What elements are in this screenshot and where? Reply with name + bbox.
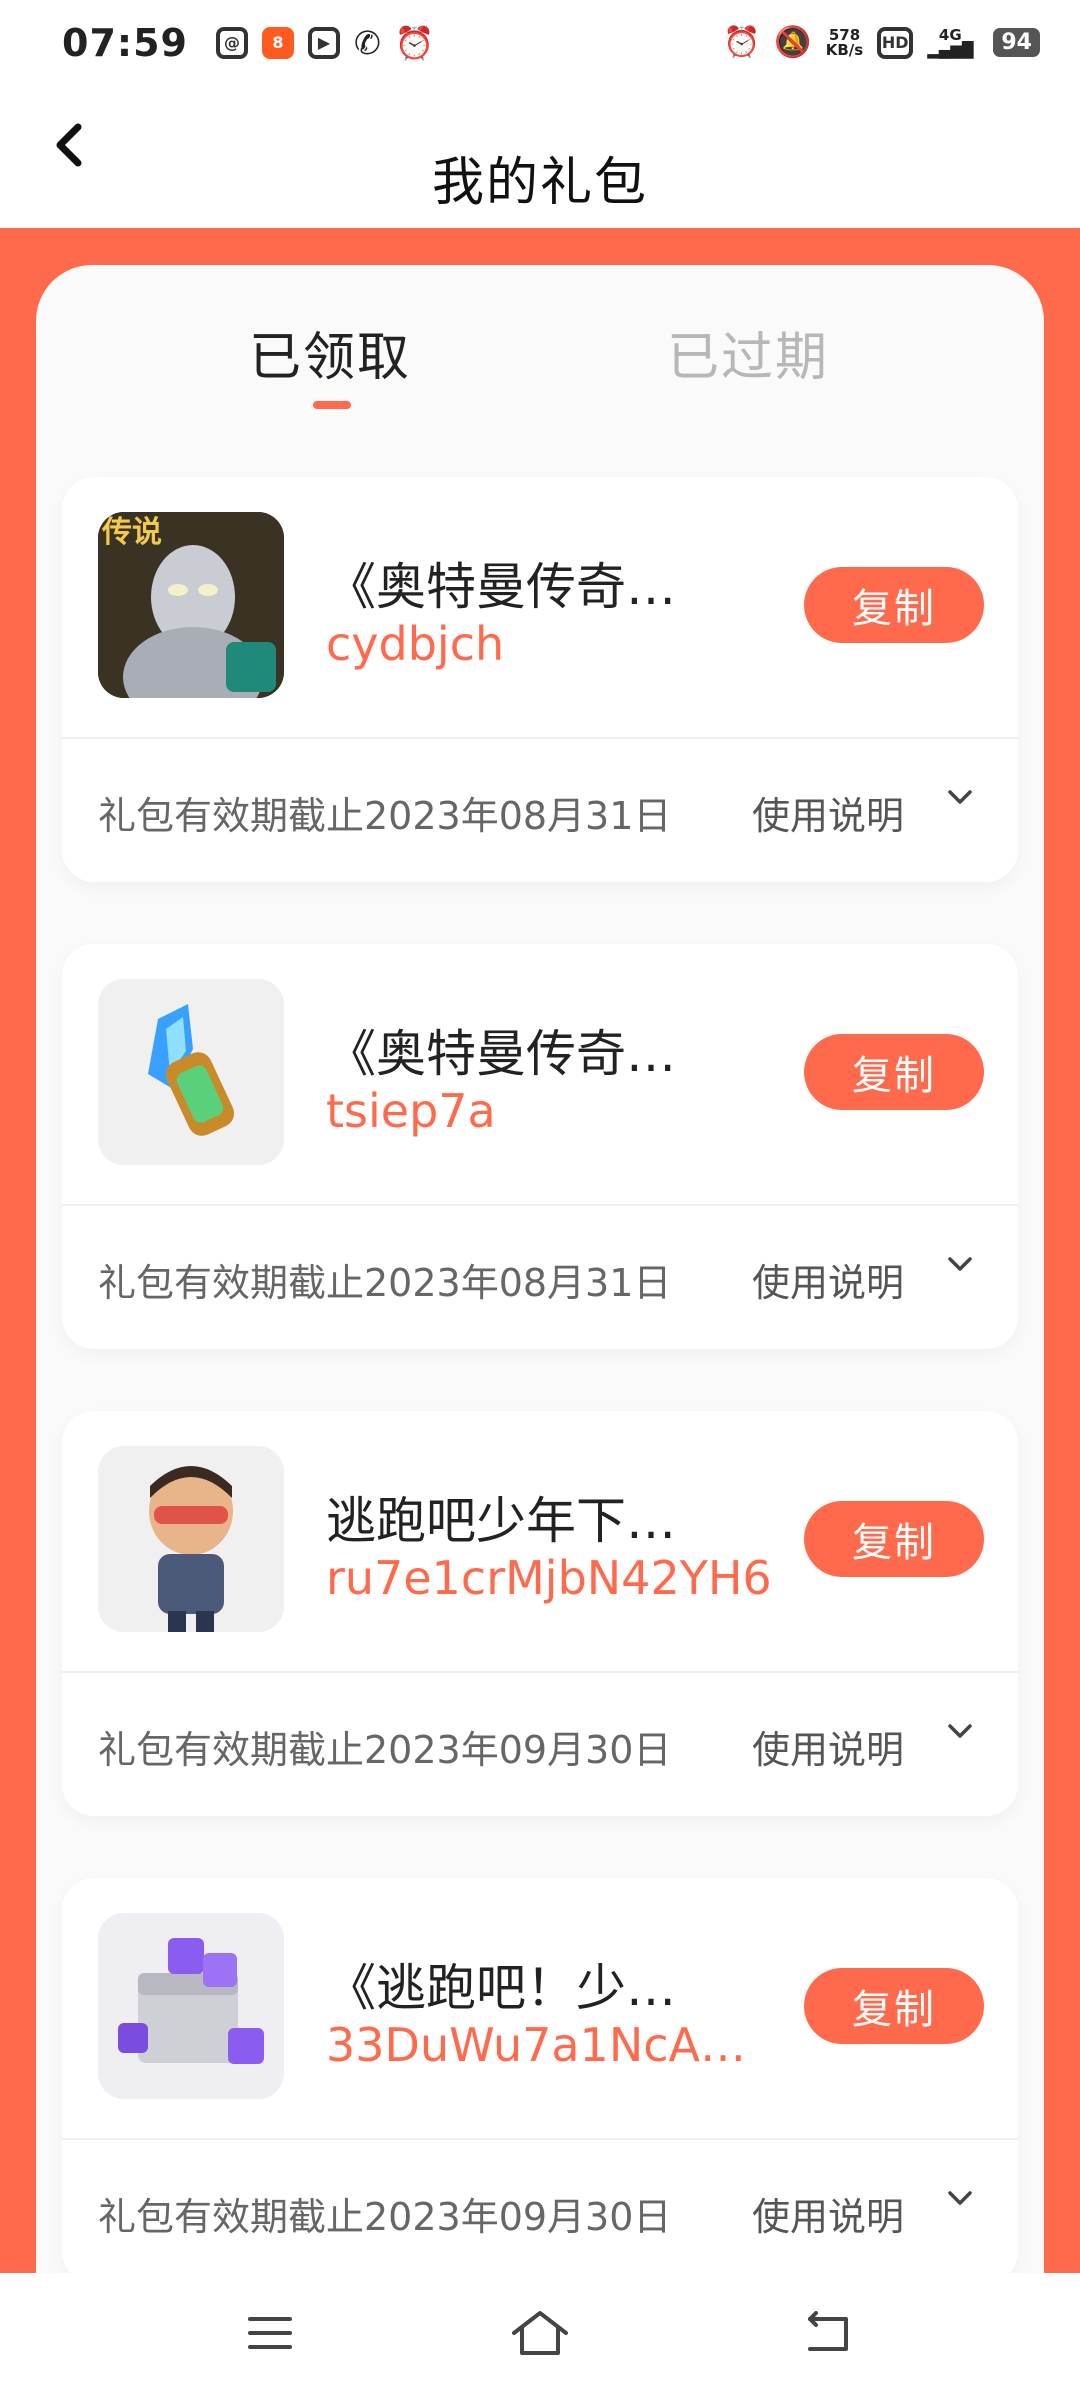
back-nav-button[interactable] (798, 2303, 858, 2363)
gift-code: ru7e1crMjbN42YH6 (326, 1551, 772, 1605)
game-name: 《奥特曼传奇… (326, 558, 676, 616)
card-divider (62, 737, 1018, 739)
tab-expired[interactable]: 已过期 (667, 315, 829, 390)
copy-button[interactable]: 复制 (804, 1968, 984, 2044)
card-divider (62, 1671, 1018, 1673)
gift-code: 33DuWu7a1NcA… (326, 2018, 746, 2072)
gift-code: cydbjch (326, 617, 505, 671)
net-speed: 578 KB/s (825, 27, 864, 59)
video-notification-icon: ▶ (307, 26, 340, 59)
usage-link[interactable]: 使用说明 (752, 2186, 904, 2241)
signal-icon: 4G ▂▄▆█ (927, 25, 974, 59)
usage-link[interactable]: 使用说明 (752, 785, 904, 840)
expire-text: 礼包有效期截止2023年08月31日 (98, 1261, 672, 1305)
app-header: 我的礼包 (0, 85, 1080, 230)
expire-text: 礼包有效期截止2023年09月30日 (98, 1728, 672, 1772)
chevron-down-icon[interactable] (942, 1247, 978, 1283)
net-speed-unit: KB/s (825, 40, 864, 59)
copy-button[interactable]: 复制 (804, 567, 984, 643)
signal-label: 4G (938, 25, 962, 44)
copy-button[interactable]: 复制 (804, 1034, 984, 1110)
expire-text: 礼包有效期截止2023年09月30日 (98, 2195, 672, 2239)
gift-card: 《逃跑吧！少… 33DuWu7a1NcA… 复制 礼包有效期截止2023年09月… (62, 1878, 1018, 2273)
status-left: 07:59 @ 8 ▶ ✆ ⏰ (62, 21, 435, 65)
tab-bar: 已领取 已过期 (36, 265, 1044, 425)
expire-text: 礼包有效期截止2023年08月31日 (98, 794, 672, 838)
status-bar: 07:59 @ 8 ▶ ✆ ⏰ ⏰ 🔕 578 KB/s HD 4G ▂▄▆█ 9… (0, 0, 1080, 85)
game-thumbnail (98, 1913, 284, 2099)
tab-indicator (313, 401, 351, 409)
hd-icon: HD (877, 26, 914, 59)
shopping-notification-icon: 8 (261, 26, 294, 59)
chevron-down-icon[interactable] (942, 2181, 978, 2217)
gift-card-top: 传说 《奥特曼传奇… cydbjch 复制 (62, 477, 1018, 737)
game-name: 《奥特曼传奇… (326, 1025, 676, 1083)
game-name: 逃跑吧少年下… (326, 1492, 676, 1550)
gift-card: 传说 《奥特曼传奇… cydbjch 复制 礼包有效期截止2023年08月31日… (62, 477, 1018, 882)
energy-capsule-image (98, 979, 284, 1165)
chevron-down-icon[interactable] (942, 1714, 978, 1750)
chevron-down-icon[interactable] (942, 780, 978, 816)
system-nav-bar (0, 2273, 1080, 2400)
menu-icon (248, 2317, 292, 2349)
game-thumbnail (98, 979, 284, 1165)
gift-card-top: 《奥特曼传奇… tsiep7a 复制 (62, 944, 1018, 1204)
character-image (98, 1446, 284, 1632)
usage-link[interactable]: 使用说明 (752, 1719, 904, 1774)
gift-code: tsiep7a (326, 1084, 496, 1138)
gift-box-image (98, 1913, 284, 2099)
app-notification-icon: @ (215, 26, 248, 59)
copy-button[interactable]: 复制 (804, 1501, 984, 1577)
gift-card: 逃跑吧少年下… ru7e1crMjbN42YH6 复制 礼包有效期截止2023年… (62, 1411, 1018, 1816)
game-name: 《逃跑吧！少… (326, 1959, 676, 2017)
battery-icon: 94 (993, 28, 1040, 57)
status-time: 07:59 (62, 20, 188, 65)
thumb-badge: 传说 (101, 515, 162, 550)
page-title: 我的礼包 (431, 153, 648, 213)
tab-claimed[interactable]: 已领取 (249, 315, 411, 390)
ultraman-image: 传说 (98, 512, 284, 698)
gift-panel: 已领取 已过期 传说 《奥特曼传奇… cydbjch 复制 礼包有效期截止202… (36, 265, 1044, 2273)
status-right: ⏰ 🔕 578 KB/s HD 4G ▂▄▆█ 94 (723, 25, 1040, 60)
alarm-clock-icon: ⏰ (394, 23, 435, 62)
game-thumbnail: 传说 (98, 512, 284, 698)
missed-call-icon: ✆ (353, 23, 381, 62)
card-divider (62, 2138, 1018, 2140)
home-icon (512, 2311, 568, 2355)
gift-card: 《奥特曼传奇… tsiep7a 复制 礼包有效期截止2023年08月31日 使用… (62, 944, 1018, 1349)
mute-icon: 🔕 (774, 25, 812, 60)
gift-card-top: 《逃跑吧！少… 33DuWu7a1NcA… 复制 (62, 1878, 1018, 2138)
game-thumbnail (98, 1446, 284, 1632)
home-button[interactable] (510, 2303, 570, 2363)
usage-link[interactable]: 使用说明 (752, 1252, 904, 1307)
gift-card-top: 逃跑吧少年下… ru7e1crMjbN42YH6 复制 (62, 1411, 1018, 1671)
menu-button[interactable] (240, 2303, 300, 2363)
alarm-icon: ⏰ (723, 25, 761, 60)
return-icon (808, 2311, 848, 2351)
card-divider (62, 1204, 1018, 1206)
